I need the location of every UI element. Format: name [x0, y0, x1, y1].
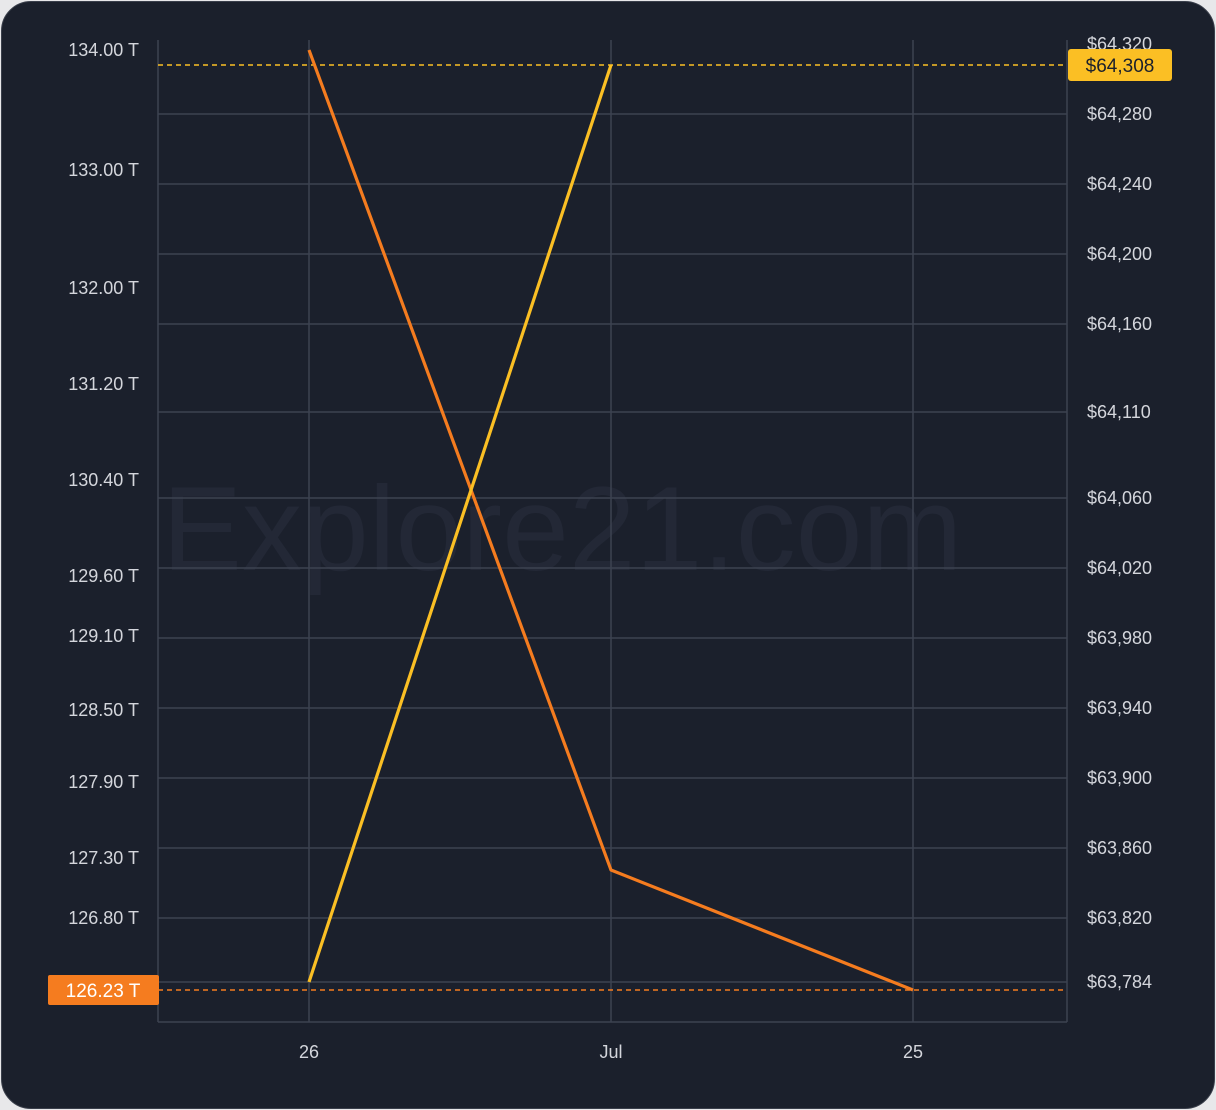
right-tick-label: $63,784: [1087, 972, 1152, 992]
right-tick-label: $64,060: [1087, 488, 1152, 508]
left-tick-label: 131.20 T: [68, 374, 139, 394]
x-tick-label: 26: [299, 1042, 319, 1062]
difficulty-price-chart: Explore21.com 26 Jul 25 134.00 T 133.00 T 132…: [48, 34, 1172, 1062]
x-tick-label: Jul: [599, 1042, 622, 1062]
right-tick-label: $64,110: [1087, 402, 1151, 422]
watermark: Explore21.com: [162, 462, 962, 596]
right-tick-label: $64,160: [1087, 314, 1152, 334]
right-tick-label: $63,820: [1087, 908, 1152, 928]
x-tick-label: 25: [903, 1042, 923, 1062]
left-tick-label: 128.50 T: [68, 700, 139, 720]
right-tick-label: $63,940: [1087, 698, 1152, 718]
left-tick-label: 134.00 T: [68, 40, 139, 60]
right-tick-label: $64,020: [1087, 558, 1152, 578]
right-current-label: $64,308: [1086, 56, 1155, 77]
left-tick-label: 129.60 T: [68, 566, 139, 586]
left-tick-label: 127.90 T: [68, 772, 139, 792]
left-tick-label: 132.00 T: [68, 278, 139, 298]
left-current-label: 126.23 T: [66, 981, 141, 1002]
left-tick-label: 133.00 T: [68, 160, 139, 180]
left-tick-label: 129.10 T: [68, 626, 139, 646]
left-tick-label: 126.80 T: [68, 908, 139, 928]
right-tick-label: $64,280: [1087, 104, 1152, 124]
right-tick-label: $64,240: [1087, 174, 1152, 194]
left-tick-label: 130.40 T: [68, 470, 139, 490]
chart-card: Explore21.com 26 Jul 25 134.00 T 133.00 T 132…: [1, 1, 1215, 1109]
right-tick-label: $63,980: [1087, 628, 1152, 648]
right-tick-label: $64,200: [1087, 244, 1152, 264]
right-tick-label: $63,860: [1087, 838, 1152, 858]
left-tick-label: 127.30 T: [68, 848, 139, 868]
right-tick-label: $63,900: [1087, 768, 1152, 788]
